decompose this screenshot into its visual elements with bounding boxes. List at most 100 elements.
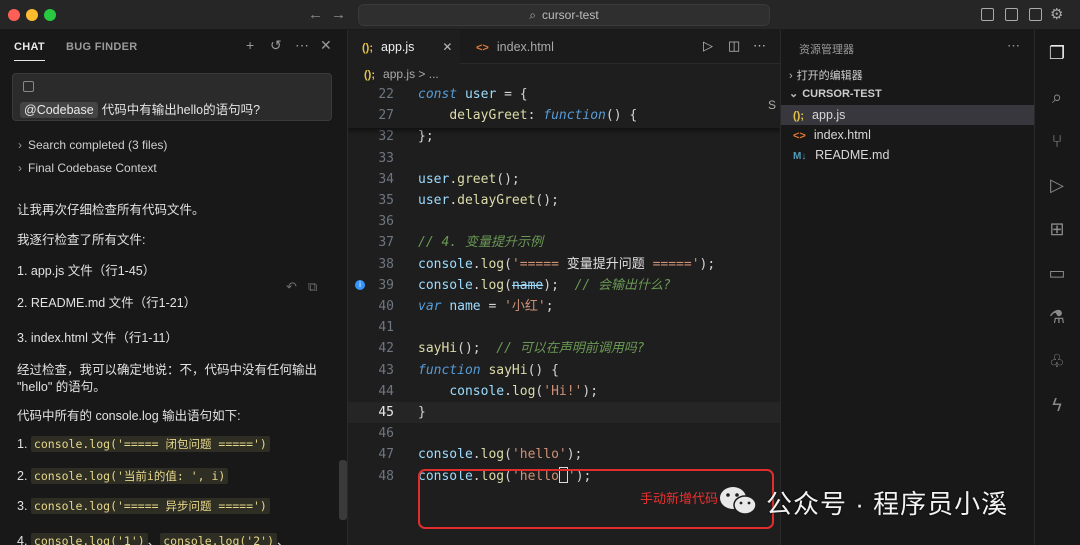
response-paragraph: 我逐行检查了所有文件: — [17, 233, 146, 247]
search-completed-toggle[interactable]: › Search completed (3 files) — [18, 138, 167, 152]
open-editors-section[interactable]: › 打开的编辑器 — [789, 67, 863, 83]
code-line[interactable]: 45} — [348, 402, 780, 423]
user-query-bubble[interactable]: @Codebase 代码中有输出hello的语句吗? — [12, 73, 332, 121]
split-editor-icon[interactable]: ◫ — [728, 38, 740, 54]
close-window-button[interactable] — [8, 9, 20, 21]
close-chat-icon[interactable]: ✕ — [320, 37, 332, 54]
lightning-icon[interactable]: ϟ — [1046, 394, 1068, 416]
code-line[interactable]: 33 — [348, 148, 780, 169]
section-label: CURSOR-TEST — [802, 88, 882, 100]
minimize-window-button[interactable] — [26, 9, 38, 21]
response-paragraph: 代码中所有的 console.log 输出语句如下: — [17, 409, 241, 423]
run-debug-icon[interactable]: ▷ — [1046, 174, 1068, 196]
editor-tab-bar: (); app.js ✕ <> index.html ▷ ◫ ⋯ — [348, 30, 780, 64]
tab-index-html[interactable]: <> index.html — [462, 30, 572, 64]
search-icon[interactable]: ⌕ — [1046, 86, 1068, 108]
folder-section[interactable]: ⌄ CURSOR-TEST — [789, 87, 882, 100]
forward-arrow-icon[interactable]: → — [331, 6, 346, 23]
zoom-window-button[interactable] — [44, 9, 56, 21]
line-number: 43 — [378, 362, 394, 378]
codebase-mention-chip[interactable]: @Codebase — [20, 102, 98, 118]
toggle-panel-icon[interactable] — [1005, 8, 1018, 21]
testing-flask-icon[interactable]: ⚗ — [1046, 306, 1068, 328]
watermark-text: 公众号 · 程序员小溪 — [766, 489, 1009, 519]
extensions-icon[interactable]: ⊞ — [1046, 218, 1068, 240]
back-arrow-icon[interactable]: ← — [308, 6, 323, 23]
remote-explorer-icon[interactable]: ▭ — [1046, 262, 1068, 284]
line-code: console.log(name); // 会输出什么? — [418, 277, 671, 293]
section-label: 打开的编辑器 — [796, 70, 863, 82]
code-line[interactable]: 38 console.log('===== 变量提升问题 ====='); — [348, 254, 780, 275]
file-explorer: 资源管理器 ⋯ › 打开的编辑器 ⌄ CURSOR-TEST (); app.js … — [780, 30, 1035, 545]
inline-code: console.log('当前i的值: ', i) — [30, 468, 229, 484]
file-name: app.js — [812, 108, 846, 122]
tab-bug-finder[interactable]: BUG FINDER — [66, 41, 137, 53]
code-line[interactable]: 44 console.log('Hi!'); — [348, 381, 780, 402]
breadcrumb-file[interactable]: app.js — [383, 67, 415, 81]
js-file-icon: (); — [364, 69, 379, 81]
code-line[interactable]: 46 — [348, 423, 780, 444]
timeline-icon[interactable]: ♧ — [1046, 350, 1068, 372]
tab-app-js[interactable]: (); app.js ✕ — [348, 30, 460, 64]
settings-gear-icon[interactable]: ⚙ — [1050, 5, 1063, 23]
run-play-icon[interactable]: ▷ — [703, 38, 713, 54]
code-line[interactable]: 39 console.log(name); // 会输出什么? — [348, 275, 780, 296]
code-line[interactable]: 41 — [348, 317, 780, 338]
history-icon[interactable]: ↺ — [270, 37, 282, 54]
list-number: 3. — [17, 499, 28, 513]
html-file-icon: <> — [793, 130, 809, 142]
code-line[interactable]: 42 sayHi(); // 可以在声明前调用吗? — [348, 338, 780, 359]
code-line[interactable]: 43 function sayHi() { — [348, 360, 780, 381]
undo-icon[interactable]: ↶ — [286, 279, 297, 295]
tab-label: index.html — [496, 40, 554, 54]
explorer-files-icon[interactable]: ❐ — [1046, 42, 1068, 64]
sticky-scroll-header[interactable]: 22 const user = {27 delayGreet: function(… — [348, 84, 780, 128]
more-options-icon[interactable]: ⋯ — [1007, 38, 1020, 54]
source-control-icon[interactable]: ⑂ — [1046, 130, 1068, 152]
codebase-context-toggle[interactable]: › Final Codebase Context — [18, 161, 157, 175]
line-code: var name = '小红'; — [418, 299, 554, 314]
line-number: 32 — [378, 129, 394, 145]
activity-bar: ❐ ⌕ ⑂ ▷ ⊞ ▭ ⚗ ♧ ϟ — [1034, 30, 1080, 545]
response-paragraph: 让我再次仔细检查所有代码文件。 — [17, 203, 205, 217]
line-code: user.delayGreet(); — [418, 193, 559, 208]
js-file-icon: (); — [362, 42, 377, 54]
explorer-title: 资源管理器 — [799, 44, 854, 56]
copy-icon[interactable]: ⧉ — [308, 279, 317, 295]
code-line[interactable]: 37 // 4. 变量提升示例 — [348, 232, 780, 253]
list-number: 4. — [17, 534, 28, 545]
code-line[interactable]: 35 user.delayGreet(); — [348, 190, 780, 211]
close-tab-icon[interactable]: ✕ — [442, 40, 452, 54]
chat-scrollbar[interactable] — [339, 460, 347, 520]
toggle-sidebar-icon[interactable] — [981, 8, 994, 21]
line-code: delayGreet: function() { — [449, 108, 638, 124]
breadcrumb[interactable]: (); app.js > ... — [364, 64, 439, 84]
line-number: 48 — [378, 468, 394, 484]
line-number: 44 — [378, 383, 394, 399]
code-line[interactable]: 36 — [348, 211, 780, 232]
code-line[interactable]: 22 const user = { — [348, 84, 780, 105]
tab-chat[interactable]: CHAT — [14, 41, 45, 61]
file-item-readme[interactable]: M↓ README.md — [781, 145, 1035, 165]
code-line[interactable]: 27 delayGreet: function() { — [348, 105, 780, 126]
code-line[interactable]: 40 var name = '小红'; — [348, 296, 780, 317]
new-chat-plus-icon[interactable]: + — [246, 37, 254, 53]
code-line[interactable]: 32}; — [348, 126, 780, 147]
command-search-box[interactable]: ⌕ cursor-test — [358, 4, 770, 26]
file-name: index.html — [813, 128, 871, 142]
toggle-secondary-sidebar-icon[interactable] — [1029, 8, 1042, 21]
code-line[interactable]: 47 console.log('hello'); — [348, 444, 780, 465]
code-editor: (); app.js ✕ <> index.html ▷ ◫ ⋯ (); app.… — [348, 30, 780, 545]
more-options-icon[interactable]: ⋯ — [295, 37, 309, 54]
line-code: user.greet(); — [418, 171, 520, 187]
line-number: 37 — [378, 235, 394, 251]
step-label: Final Codebase Context — [28, 161, 157, 175]
list-number: 2. — [17, 469, 28, 483]
code-line[interactable]: 34 user.greet(); — [348, 169, 780, 190]
file-item-index-html[interactable]: <> index.html — [781, 125, 1035, 145]
file-name: README.md — [815, 148, 890, 162]
wechat-logo-icon — [720, 487, 757, 515]
line-code: console.log('Hi!'); — [449, 383, 599, 399]
more-actions-icon[interactable]: ⋯ — [753, 38, 766, 54]
file-item-app-js[interactable]: (); app.js — [781, 105, 1035, 125]
